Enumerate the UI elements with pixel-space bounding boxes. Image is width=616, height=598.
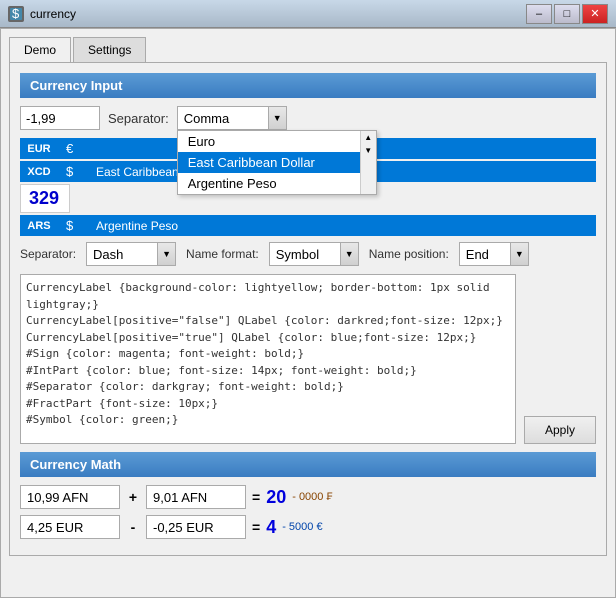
xcd-badge: XCD [20,161,58,182]
svg-text:$: $ [12,8,20,20]
name-position-label: Name position: [369,247,449,261]
separator-option-arrow[interactable]: ▼ [157,243,175,265]
math-row1-input2[interactable] [146,485,246,509]
math-row1-operator: + [126,489,140,505]
math-row1-input1[interactable] [20,485,120,509]
window-title: currency [30,7,76,21]
separator-option-combo[interactable]: Dash ▼ [86,242,176,266]
separator-combo-arrow[interactable]: ▼ [268,107,286,129]
math-row1-result-small: - 0000 ₣ [292,491,332,503]
separator-option-value: Dash [87,244,157,265]
separator-combo[interactable]: Comma ▼ [177,106,287,130]
large-value-display: 329 [20,184,70,213]
currency-value-input[interactable] [20,106,100,130]
name-position-combo[interactable]: End ▼ [459,242,529,266]
name-position-value: End [460,244,510,265]
math-row2-equals: = [252,519,260,535]
separator-label: Separator: [108,111,169,126]
minimize-button[interactable]: – [526,4,552,24]
name-format-value: Symbol [270,244,340,265]
separator-dropdown: Euro East Caribbean Dollar Argentine Pes… [177,130,377,195]
separator-value: Comma [178,108,268,129]
apply-button[interactable]: Apply [524,416,596,444]
currency-math-header: Currency Math [20,452,596,477]
name-position-arrow[interactable]: ▼ [510,243,528,265]
math-row2-input2[interactable] [146,515,246,539]
math-row1-equals: = [252,489,260,505]
maximize-button[interactable]: □ [554,4,580,24]
dropdown-scrollbar[interactable]: ▲ ▼ [360,131,376,194]
math-row1-result-large: 20 [266,487,286,508]
name-format-arrow[interactable]: ▼ [340,243,358,265]
app-icon: $ [8,6,24,22]
dropdown-item-euro[interactable]: Euro [178,131,376,152]
eur-badge: EUR [20,138,58,159]
close-button[interactable]: ✕ [582,4,608,24]
math-row2-result-large: 4 [266,517,276,538]
dropdown-item-ars[interactable]: Argentine Peso [178,173,376,194]
ars-badge: ARS [20,215,58,236]
ars-name: Argentine Peso [88,215,596,236]
ars-symbol-cell: $ [58,215,88,236]
currency-input-header: Currency Input [20,73,596,98]
math-row2-input1[interactable] [20,515,120,539]
name-format-combo[interactable]: Symbol ▼ [269,242,359,266]
math-row2-result-small: - 5000 € [282,521,322,533]
separator-option-label: Separator: [20,247,76,261]
style-textarea[interactable] [20,274,516,444]
tab-demo[interactable]: Demo [9,37,71,62]
math-row2-operator: - [126,519,140,535]
name-format-label: Name format: [186,247,259,261]
title-bar: $ currency – □ ✕ [0,0,616,28]
tab-settings[interactable]: Settings [73,37,146,62]
xcd-symbol-cell: $ [58,161,88,182]
dropdown-item-xcd[interactable]: East Caribbean Dollar [178,152,376,173]
